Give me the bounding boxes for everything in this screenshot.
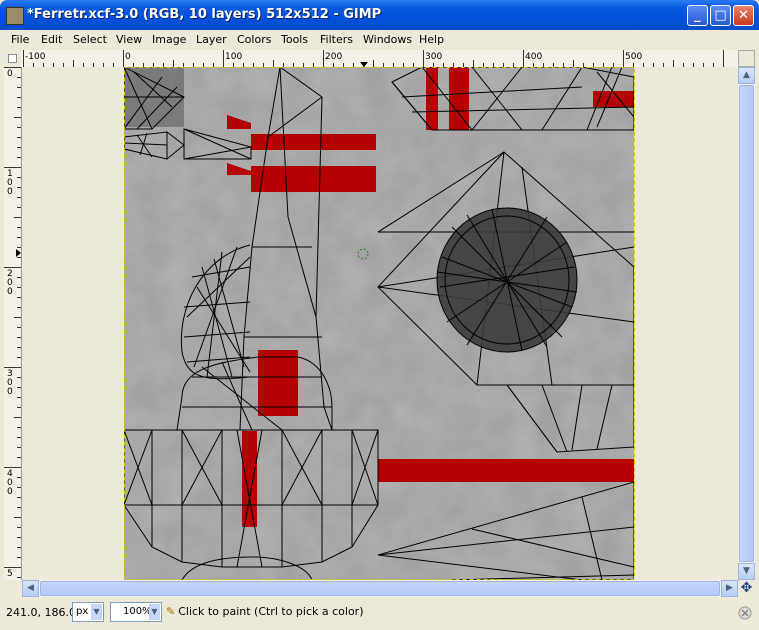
vertical-scrollbar[interactable]: ▲ ▼ xyxy=(738,67,755,580)
scroll-right-icon[interactable]: ▶ xyxy=(721,580,738,597)
ruler-label: 0 xyxy=(7,69,13,79)
scroll-up-icon[interactable]: ▲ xyxy=(738,67,755,84)
status-hint: ✎ Click to paint (Ctrl to pick a color) xyxy=(166,605,364,618)
menu-windows[interactable]: Windows xyxy=(363,33,412,46)
zoom-selector[interactable]: 100% ▼ xyxy=(110,602,162,622)
ruler-label: 0 xyxy=(7,487,13,497)
ruler-label: 0 xyxy=(7,387,13,397)
menu-bar: File Edit Select View Image Layer Colors… xyxy=(0,30,759,50)
ruler-label: 400 xyxy=(525,52,542,62)
ruler-label: 0 xyxy=(125,52,131,62)
ruler-label: 300 xyxy=(425,52,442,62)
navigate-button[interactable] xyxy=(738,50,755,67)
scroll-down-icon[interactable]: ▼ xyxy=(738,563,755,580)
menu-colors[interactable]: Colors xyxy=(237,33,271,46)
scroll-left-icon[interactable]: ◀ xyxy=(22,580,39,597)
menu-view[interactable]: View xyxy=(116,33,142,46)
title-bar: *Ferretr.xcf-3.0 (RGB, 10 layers) 512x51… xyxy=(0,0,759,30)
ruler-label: 0 xyxy=(7,187,13,197)
vertical-ruler-ticks: 01002003004005 xyxy=(4,67,21,579)
image-canvas[interactable] xyxy=(22,67,738,580)
zoom-value: 100% xyxy=(123,606,152,617)
horizontal-ruler-ticks: -100 0 100 200 300 400 500 xyxy=(23,50,724,67)
minimize-button[interactable]: _ xyxy=(687,5,708,26)
chevron-down-icon: ▼ xyxy=(149,604,160,620)
canvas-area[interactable] xyxy=(22,67,738,580)
horizontal-ruler[interactable]: -100 0 100 200 300 400 500 xyxy=(21,50,738,68)
horizontal-scrollbar[interactable]: ◀ ▶ xyxy=(22,580,738,597)
ruler-label: 200 xyxy=(325,52,342,62)
unit-value: px xyxy=(76,606,89,617)
ruler-pointer-marker xyxy=(16,249,21,257)
menu-layer[interactable]: Layer xyxy=(196,33,227,46)
menu-edit[interactable]: Edit xyxy=(41,33,62,46)
menu-help[interactable]: Help xyxy=(419,33,444,46)
menu-file[interactable]: File xyxy=(11,33,29,46)
close-button[interactable]: ✕ xyxy=(733,5,754,26)
horizontal-scroll-thumb[interactable] xyxy=(40,581,720,596)
navigate-icon[interactable]: ✥ xyxy=(738,580,755,597)
menu-tools[interactable]: Tools xyxy=(281,33,308,46)
menu-arrow-icon xyxy=(8,54,17,63)
pointer-coordinates: 241.0, 186.0 xyxy=(6,606,76,619)
paintbrush-icon: ✎ xyxy=(166,605,176,618)
ruler-label: 100 xyxy=(225,52,242,62)
cancel-icon[interactable] xyxy=(738,606,752,620)
menu-image[interactable]: Image xyxy=(152,33,186,46)
maximize-button[interactable]: □ xyxy=(710,5,731,26)
status-bar: 241.0, 186.0 px ▼ 100% ▼ ✎ Click to paint (… xyxy=(0,598,759,630)
gimp-icon[interactable] xyxy=(6,7,24,25)
quick-mask-corner[interactable] xyxy=(4,50,21,67)
unit-selector[interactable]: px ▼ xyxy=(72,602,104,622)
chevron-down-icon: ▼ xyxy=(91,604,102,620)
ruler-label: -100 xyxy=(25,52,46,62)
ruler-label: 500 xyxy=(625,52,642,62)
menu-select[interactable]: Select xyxy=(73,33,107,46)
vertical-ruler[interactable]: 01002003004005 xyxy=(4,67,22,580)
ruler-label: 0 xyxy=(7,287,13,297)
menu-filters[interactable]: Filters xyxy=(320,33,353,46)
vertical-scroll-thumb[interactable] xyxy=(739,85,754,562)
status-hint-text: Click to paint (Ctrl to pick a color) xyxy=(178,605,364,618)
window-title: *Ferretr.xcf-3.0 (RGB, 10 layers) 512x51… xyxy=(27,7,382,22)
ruler-label: 5 xyxy=(7,569,13,579)
